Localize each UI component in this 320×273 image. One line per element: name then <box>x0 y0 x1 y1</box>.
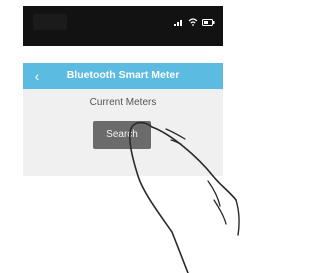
meters-panel: Current Meters Search <box>23 89 223 176</box>
wifi-icon <box>188 18 198 26</box>
app-header: ‹ Bluetooth Smart Meter <box>23 63 223 89</box>
battery-icon <box>202 18 215 26</box>
search-button[interactable]: Search <box>93 121 151 149</box>
status-icons <box>174 18 215 26</box>
signal-icon <box>174 20 182 26</box>
phone-screen: ‹ Bluetooth Smart Meter Current Meters S… <box>23 0 223 273</box>
current-meters-label: Current Meters <box>89 97 157 108</box>
status-bar-carrier-area <box>33 14 67 30</box>
app-title: Bluetooth Smart Meter <box>66 69 180 81</box>
status-bar <box>23 6 223 46</box>
